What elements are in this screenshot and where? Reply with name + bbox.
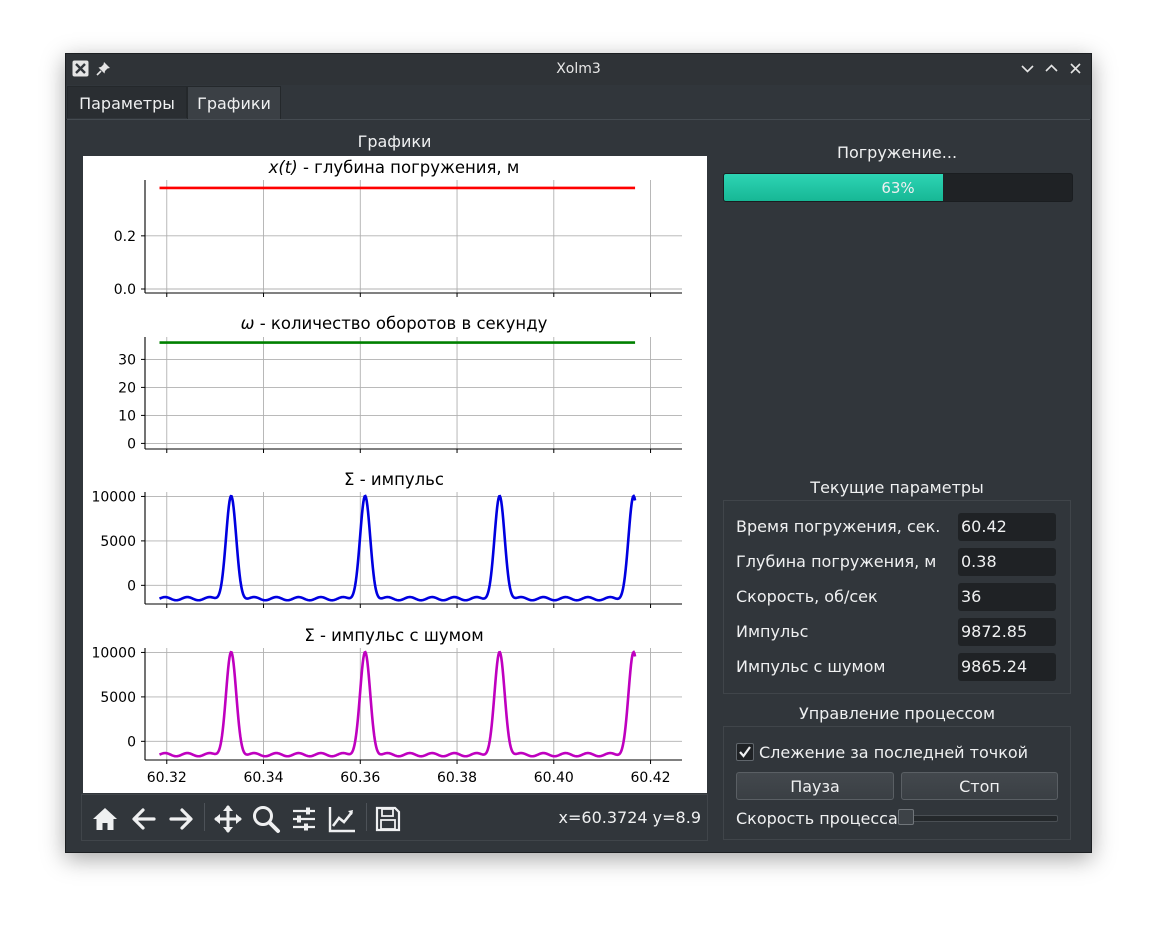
subplot1-title-rest: - глубина погружения, м (298, 158, 520, 177)
checkmark-icon (739, 746, 751, 758)
x-tick-label: 60.38 (437, 770, 477, 786)
maximize-icon[interactable] (1043, 60, 1060, 77)
y-tick-label: 10000 (91, 645, 136, 661)
subplot1-title-var: x(t) (268, 158, 298, 177)
param-field-depth[interactable]: 0.38 (958, 548, 1056, 576)
toolbar-separator (204, 803, 205, 831)
param-row-depth: Глубина погружения, м 0.38 (736, 548, 1058, 576)
y-tick-label: 0 (127, 436, 136, 452)
forward-arrow-icon[interactable] (166, 804, 196, 834)
titlebar: Xolm3 (66, 54, 1091, 85)
tab-graphs[interactable]: Графики (187, 86, 281, 119)
subplot3-title: Σ - импульс (344, 470, 444, 489)
param-label-impulse-noise: Импульс с шумом (736, 657, 886, 676)
process-speed-slider-handle[interactable] (898, 809, 914, 825)
subplot2-title-var: ω (241, 314, 255, 333)
y-tick-label: 0 (127, 734, 136, 750)
toolbar-separator (366, 803, 367, 831)
param-field-impulse[interactable]: 9872.85 (958, 618, 1056, 646)
x-tick-label: 60.32 (147, 770, 187, 786)
param-field-speed[interactable]: 36 (958, 583, 1056, 611)
progress-text: 63% (881, 179, 915, 197)
param-field-time[interactable]: 60.42 (958, 513, 1056, 541)
y-tick-label: 30 (118, 352, 136, 368)
stop-button[interactable]: Стоп (901, 772, 1058, 800)
edit-axis-icon[interactable] (327, 804, 357, 834)
back-arrow-icon[interactable] (129, 804, 159, 834)
param-row-impulse-noise: Импульс с шумом 9865.24 (736, 653, 1058, 681)
params-group: Время погружения, сек. 60.42 Глубина пог… (723, 500, 1071, 694)
control-group: Слежение за последней точкой Пауза Стоп … (723, 726, 1071, 840)
param-row-impulse: Импульс 9872.85 (736, 618, 1058, 646)
follow-last-point-label[interactable]: Слежение за последней точкой (759, 743, 1028, 762)
param-row-time: Время погружения, сек. 60.42 (736, 513, 1058, 541)
x-tick-label: 60.36 (340, 770, 380, 786)
tab-parameters[interactable]: Параметры (67, 86, 187, 118)
window-title: Xolm3 (556, 61, 601, 77)
y-tick-label: 10000 (91, 489, 136, 505)
minimize-icon[interactable] (1019, 60, 1036, 77)
y-tick-label: 5000 (100, 534, 136, 550)
tab-content: Графики x(t) - глубина погружения, м ω -… (67, 119, 1090, 852)
subplot2-title-rest: - количество оборотов в секунду (254, 314, 547, 333)
y-tick-label: 0.0 (114, 282, 136, 298)
process-speed-slider[interactable] (900, 815, 1058, 822)
pan-icon[interactable] (213, 804, 243, 834)
status-label: Погружение... (836, 143, 958, 162)
close-icon[interactable] (1067, 60, 1084, 77)
y-tick-label: 0.2 (114, 229, 136, 245)
series-line (158, 494, 637, 602)
graphs-group-title: Графики (357, 132, 432, 151)
zoom-icon[interactable] (251, 804, 281, 834)
app-window: Xolm3 Параметры Графики Графики x(t) - г… (65, 53, 1092, 853)
progress-bar: 63% (723, 173, 1073, 202)
param-row-speed: Скорость, об/сек 36 (736, 583, 1058, 611)
param-label-depth: Глубина погружения, м (736, 552, 937, 571)
subplot4-title: Σ - импульс с шумом (304, 626, 483, 645)
y-tick-label: 10 (118, 408, 136, 424)
pause-button[interactable]: Пауза (736, 772, 894, 800)
param-field-impulse-noise[interactable]: 9865.24 (958, 653, 1056, 681)
follow-last-point-checkbox[interactable] (736, 743, 754, 761)
plot-figure[interactable]: x(t) - глубина погружения, м ω - количес… (83, 156, 707, 793)
subplot1-title: x(t) - глубина погружения, м (268, 158, 520, 177)
home-icon[interactable] (90, 804, 120, 834)
param-label-impulse: Импульс (736, 622, 809, 641)
y-tick-label: 5000 (100, 690, 136, 706)
tab-bar: Параметры Графики (66, 85, 1091, 120)
save-icon[interactable] (373, 804, 403, 834)
x-tick-label: 60.40 (534, 770, 574, 786)
x-tick-label: 60.42 (631, 770, 671, 786)
x-tick-label: 60.34 (243, 770, 283, 786)
plot-toolbar: x=60.3724 y=8.9 (81, 794, 708, 841)
cursor-coordinates: x=60.3724 y=8.9 (558, 808, 701, 827)
control-group-title: Управление процессом (798, 704, 996, 723)
configure-subplots-icon[interactable] (289, 804, 319, 834)
params-group-title: Текущие параметры (810, 478, 984, 497)
series-line (158, 650, 637, 758)
y-tick-label: 0 (127, 578, 136, 594)
subplot2-title: ω - количество оборотов в секунду (241, 314, 548, 333)
y-tick-label: 20 (118, 380, 136, 396)
plot-canvas[interactable]: x(t) - глубина погружения, м ω - количес… (83, 156, 707, 793)
param-label-speed: Скорость, об/сек (736, 587, 878, 606)
param-label-time: Время погружения, сек. (736, 517, 941, 536)
process-speed-label: Скорость процесса (736, 809, 898, 828)
